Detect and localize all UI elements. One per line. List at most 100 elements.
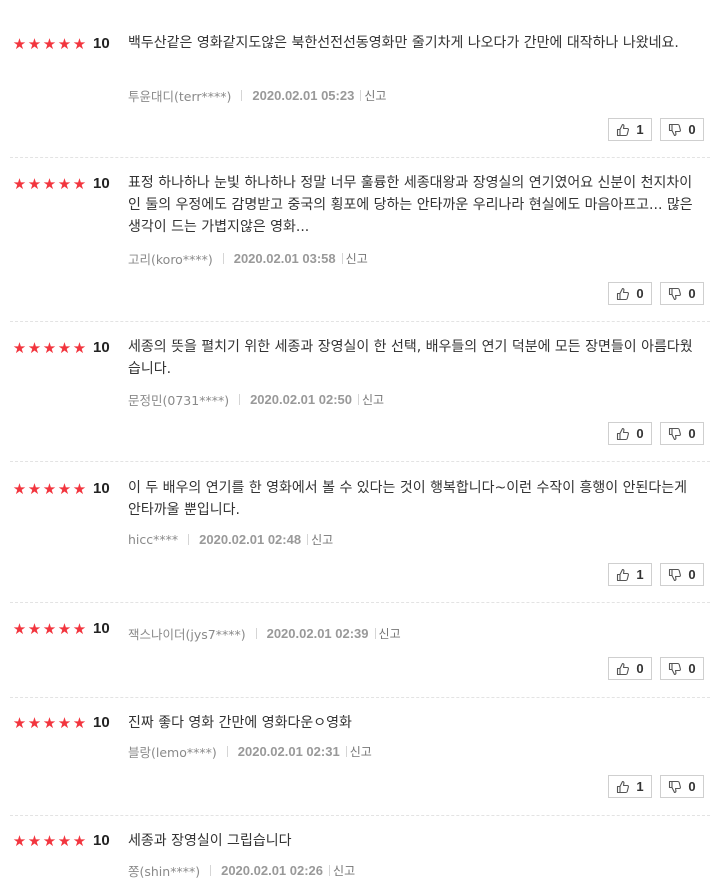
review-divider	[10, 697, 710, 698]
author-name[interactable]: hicc****	[128, 532, 178, 547]
meta-divider	[358, 393, 360, 405]
report-link[interactable]: 신고	[311, 531, 333, 548]
star-icon: ★	[57, 832, 72, 850]
thumbs-up-icon	[616, 568, 630, 582]
report-link[interactable]: 신고	[333, 862, 355, 879]
vote-buttons: 1 0	[608, 563, 704, 586]
review-divider	[10, 461, 710, 462]
author-name[interactable]: 문정민(0731****)	[128, 390, 229, 409]
like-button[interactable]: 1	[608, 775, 652, 798]
meta-divider	[374, 627, 376, 639]
star-icon: ★	[12, 175, 27, 193]
star-icon: ★	[12, 35, 27, 53]
review-divider	[10, 815, 710, 816]
review-text: 백두산같은 영화같지도않은 북한선전선동영화만 줄기차게 나오다가 간만에 대작…	[128, 35, 679, 51]
report-link[interactable]: 신고	[379, 625, 401, 642]
star-icon: ★	[57, 480, 72, 498]
author-name[interactable]: 투윤대디(terr****)	[128, 86, 231, 105]
vote-buttons: 0 0	[608, 422, 704, 445]
thumbs-down-icon	[668, 287, 682, 301]
review-date: 2020.02.01 02:48	[199, 531, 302, 547]
thumbs-up-icon	[616, 287, 630, 301]
star-icon: ★	[72, 175, 87, 193]
meta-divider	[210, 864, 212, 876]
report-link[interactable]: 신고	[362, 391, 384, 408]
star-icon: ★	[12, 339, 27, 357]
like-count: 1	[636, 122, 644, 137]
star-icon: ★	[57, 714, 72, 732]
thumbs-up-icon	[616, 123, 630, 137]
review-date: 2020.02.01 02:26	[221, 862, 324, 878]
rating-score: 10	[93, 35, 110, 52]
meta-divider	[307, 533, 309, 545]
like-button[interactable]: 1	[608, 118, 652, 141]
star-icon: ★	[72, 35, 87, 53]
dislike-button[interactable]: 0	[660, 563, 704, 586]
review-date: 2020.02.01 02:39	[266, 625, 369, 641]
meta-divider	[345, 745, 347, 757]
meta-divider	[360, 89, 362, 101]
review-divider	[10, 157, 710, 158]
report-link[interactable]: 신고	[346, 250, 368, 267]
like-count: 0	[636, 426, 644, 441]
like-button[interactable]: 0	[608, 422, 652, 445]
author-name[interactable]: 고리(koro****)	[128, 249, 213, 268]
dislike-count: 0	[688, 286, 696, 301]
review-meta: 쫑(shin****) 2020.02.01 02:26 신고	[128, 861, 355, 879]
meta-divider	[188, 533, 190, 545]
review-meta: 투윤대디(terr****) 2020.02.01 05:23 신고	[128, 86, 386, 104]
like-button[interactable]: 0	[608, 282, 652, 305]
rating-score: 10	[93, 832, 110, 849]
author-name[interactable]: 잭스나이더(jys7****)	[128, 624, 246, 643]
star-icon: ★	[27, 35, 42, 53]
dislike-button[interactable]: 0	[660, 657, 704, 680]
star-icon: ★	[42, 175, 57, 193]
star-icon: ★	[12, 480, 27, 498]
thumbs-down-icon	[668, 780, 682, 794]
author-name[interactable]: 블랑(lemo****)	[128, 742, 217, 761]
review-meta: hicc**** 2020.02.01 02:48 신고	[128, 530, 333, 548]
star-icon: ★	[42, 339, 57, 357]
thumbs-down-icon	[668, 662, 682, 676]
meta-divider	[255, 627, 257, 639]
meta-divider	[341, 252, 343, 264]
report-link[interactable]: 신고	[364, 87, 386, 104]
report-link[interactable]: 신고	[350, 743, 372, 760]
star-icon: ★	[12, 620, 27, 638]
like-button[interactable]: 0	[608, 657, 652, 680]
like-button[interactable]: 1	[608, 563, 652, 586]
meta-divider	[222, 252, 224, 264]
thumbs-up-icon	[616, 662, 630, 676]
star-icon: ★	[42, 832, 57, 850]
review-text: 이 두 배우의 연기를 한 영화에서 볼 수 있다는 것이 행복합니다~이런 수…	[128, 480, 688, 518]
dislike-count: 0	[688, 426, 696, 441]
author-name[interactable]: 쫑(shin****)	[128, 861, 200, 880]
star-icon: ★	[27, 339, 42, 357]
star-icon: ★	[57, 175, 72, 193]
rating-score: 10	[93, 714, 110, 731]
rating-score: 10	[93, 620, 110, 637]
star-icon: ★	[72, 339, 87, 357]
dislike-button[interactable]: 0	[660, 775, 704, 798]
review-date: 2020.02.01 02:31	[237, 743, 340, 759]
dislike-button[interactable]: 0	[660, 282, 704, 305]
star-icon: ★	[72, 620, 87, 638]
star-icon: ★	[27, 714, 42, 732]
star-icon: ★	[42, 35, 57, 53]
review-divider	[10, 602, 710, 603]
dislike-button[interactable]: 0	[660, 118, 704, 141]
thumbs-down-icon	[668, 123, 682, 137]
star-rating: ★ ★ ★ ★ ★ 10	[12, 480, 110, 498]
dislike-count: 0	[688, 567, 696, 582]
review-text: 세종과 장영실이 그립습니다	[128, 833, 292, 849]
star-rating: ★ ★ ★ ★ ★ 10	[12, 832, 110, 850]
vote-buttons: 0 0	[608, 657, 704, 680]
star-rating: ★ ★ ★ ★ ★ 10	[12, 714, 110, 732]
thumbs-down-icon	[668, 568, 682, 582]
review-text: 세종의 뜻을 펼치기 위한 세종과 장영실이 한 선택, 배우들의 연기 덕분에…	[128, 339, 693, 377]
rating-score: 10	[93, 339, 110, 356]
dislike-button[interactable]: 0	[660, 422, 704, 445]
star-icon: ★	[27, 175, 42, 193]
star-icon: ★	[27, 620, 42, 638]
review-date: 2020.02.01 05:23	[252, 87, 355, 103]
